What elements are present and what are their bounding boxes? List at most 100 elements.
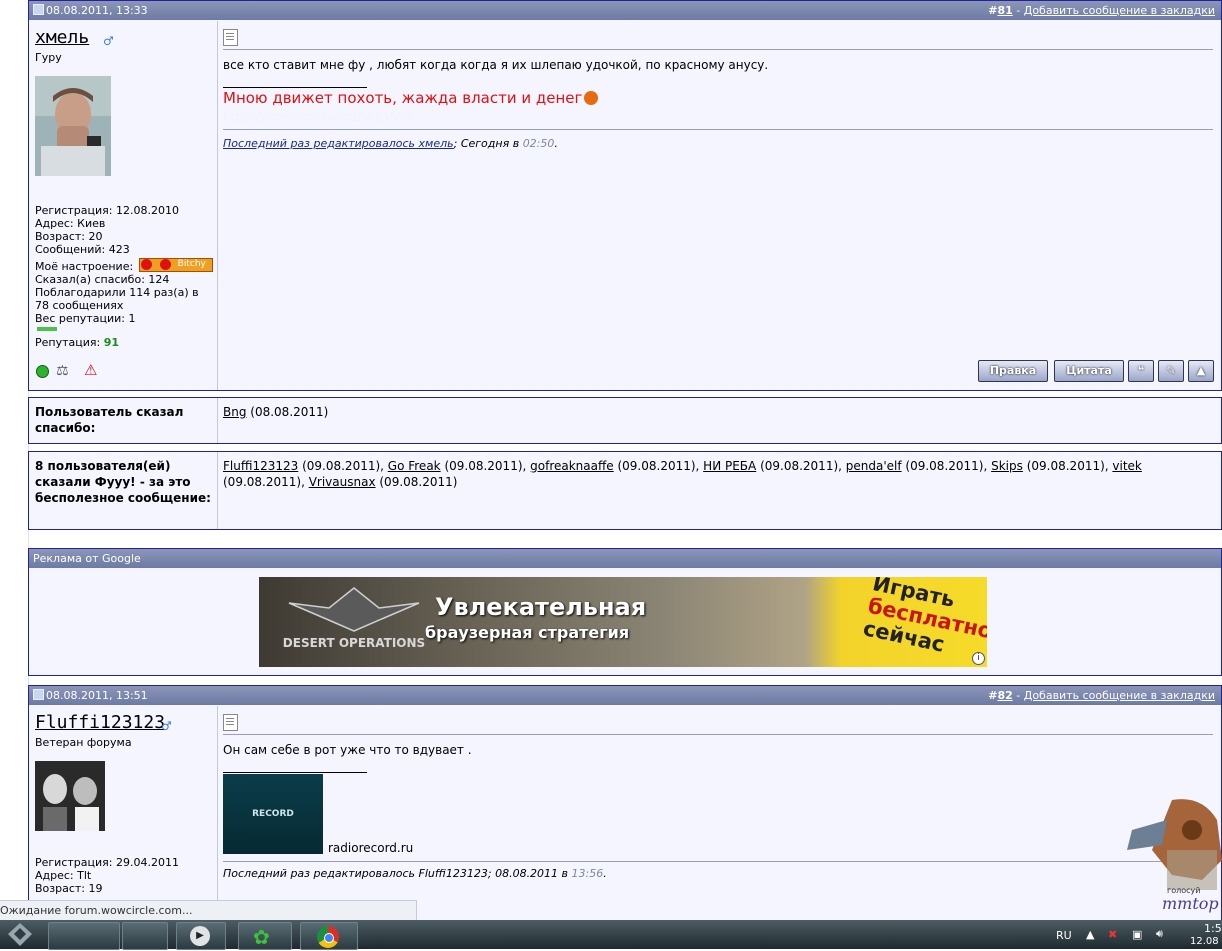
thanks-divider xyxy=(217,398,218,443)
edit-separator xyxy=(223,129,1213,130)
dislike-user-link[interactable]: penda'elf xyxy=(846,459,902,473)
username-link[interactable]: Fluffi123123 xyxy=(35,712,165,733)
stat-age: Возраст: 19 xyxy=(35,882,103,895)
quote-button[interactable]: Цитата xyxy=(1054,360,1124,382)
thanks-user-link[interactable]: Bng xyxy=(223,405,246,419)
edit-note-link[interactable]: Последний раз редактировалось хмель xyxy=(223,137,454,150)
post-number-link[interactable]: 82 xyxy=(997,689,1012,702)
clock-date[interactable]: 12.08 xyxy=(1190,936,1219,947)
avatar[interactable] xyxy=(35,761,105,834)
post-header-right: #82 - Добавить сообщение в закладки xyxy=(988,686,1215,705)
username-link[interactable]: хмель xyxy=(35,27,89,48)
signature-divider xyxy=(223,772,367,773)
message-panel: Он сам себе в рот уже что то вдувает . R… xyxy=(218,706,1221,926)
dislike-date: (09.08.2011), xyxy=(1022,459,1113,473)
dislike-date: (09.08.2011) xyxy=(375,475,458,489)
male-icon: ♂ xyxy=(161,719,172,733)
taskbar-app-chrome[interactable] xyxy=(300,922,358,950)
mood-label: Моё настроение: xyxy=(35,260,134,273)
title-separator xyxy=(223,49,1213,50)
mood-badge: Bitchy xyxy=(138,258,213,272)
edit-button[interactable]: Правка xyxy=(978,360,1048,382)
online-status-icon xyxy=(36,365,49,378)
edit-time: 13:56 xyxy=(571,867,604,880)
dislike-box: 8 пользователя(ей) сказали Фууу! - за эт… xyxy=(28,451,1222,530)
dislike-user-link[interactable]: Skips xyxy=(991,459,1023,473)
edit-button-label: Правка xyxy=(989,364,1037,377)
ad-header: Реклама от Google xyxy=(29,549,1221,568)
avatar[interactable] xyxy=(35,76,111,179)
record-logo-text: RECORD xyxy=(252,809,294,819)
radio-record-banner[interactable]: RECORD xyxy=(223,774,323,854)
stat-registration: Регистрация: 29.04.2011 xyxy=(35,856,179,869)
report-warning-icon[interactable]: ⚠ xyxy=(84,361,100,379)
quote-button-label: Цитата xyxy=(1066,364,1112,377)
reputation-scales-icon[interactable]: ⚖ xyxy=(56,363,74,379)
ad-info-icon[interactable]: i xyxy=(972,652,985,665)
bookmark-link[interactable]: Добавить сообщение в закладки xyxy=(1024,4,1215,17)
scroll-top-button[interactable]: ▲ xyxy=(1188,360,1214,382)
status-text: Ожидание forum.wowcircle.com... xyxy=(0,904,193,917)
thanks-box: Пользователь сказал спасибо: Bng (08.08.… xyxy=(28,397,1222,444)
dislike-date: (09.08.2011), xyxy=(440,459,531,473)
edit-note-rest: ; Сегодня в xyxy=(453,137,523,150)
stat-age: Возраст: 20 xyxy=(35,230,103,243)
stat-rep-weight: Вес репутации: 1 xyxy=(35,312,136,325)
taskbar-app-game[interactable] xyxy=(48,922,120,950)
ad-logo-text: DESERT OPERATIONS xyxy=(282,636,426,650)
user-stats: Регистрация: 29.04.2011 Адрес: Tlt Возра… xyxy=(35,856,215,895)
start-button[interactable] xyxy=(2,921,38,948)
eagle-emblem-icon xyxy=(288,587,420,632)
dislike-user-link[interactable]: vitek xyxy=(1112,459,1141,473)
signature-link[interactable]: http://vkontakte.ru/id13613559 xyxy=(223,110,412,124)
tray-expand-icon[interactable]: ▲ xyxy=(1086,928,1094,941)
user-title: Гуру xyxy=(35,51,62,64)
post-page-icon xyxy=(223,714,238,731)
thanks-content: Bng (08.08.2011) xyxy=(223,404,1211,420)
post-number-link[interactable]: 81 xyxy=(997,4,1012,17)
volume-icon[interactable]: 🔊︎ xyxy=(1156,927,1163,941)
dislike-divider xyxy=(217,452,218,529)
devil-smiley-icon xyxy=(584,91,599,105)
stat-address: Адрес: Tlt xyxy=(35,869,92,882)
ad-logo: DESERT OPERATIONS xyxy=(279,583,429,661)
dislike-user-link[interactable]: Fluffi123123 xyxy=(223,459,298,473)
taskbar-app-icq[interactable]: ✿ xyxy=(238,922,292,950)
dislike-date: (09.08.2011), xyxy=(298,459,388,473)
quick-reply-button[interactable]: ✎ xyxy=(1158,360,1184,382)
reputation-bar xyxy=(37,327,57,331)
ad-cta: Играть бесплатно сейчас xyxy=(861,577,987,663)
mood-face-icon-2 xyxy=(159,259,171,270)
dislike-user-link[interactable]: Vrivausnax xyxy=(309,475,376,489)
taskbar-app-files[interactable] xyxy=(122,922,168,950)
dislike-user-link[interactable]: gofreaknaaffe xyxy=(530,459,614,473)
stat-registration: Регистрация: 12.08.2010 xyxy=(35,204,179,217)
post-date-text: 08.08.2011, 13:51 xyxy=(46,689,148,702)
edit-note: Последний раз редактировалось хмель; Сег… xyxy=(223,137,558,150)
dislike-label: 8 пользователя(ей) сказали Фууу! - за эт… xyxy=(35,459,211,505)
ad-subheadline: браузерная стратегия xyxy=(425,623,630,642)
mmtop-vote-widget[interactable]: голосуй mmtop xyxy=(1112,790,1222,920)
ad-banner[interactable]: DESERT OPERATIONS Увлекательная браузерн… xyxy=(259,577,987,667)
male-icon: ♂ xyxy=(103,34,114,48)
bookmark-link[interactable]: Добавить сообщение в закладки xyxy=(1024,689,1215,702)
post-icon xyxy=(33,4,44,15)
language-indicator[interactable]: RU xyxy=(1056,929,1072,942)
network-disconnected-icon[interactable]: ✖ xyxy=(1108,928,1117,941)
user-stats: Регистрация: 12.08.2010 Адрес: Киев Возр… xyxy=(35,204,215,349)
taskbar-app-player[interactable]: ▶ xyxy=(176,922,226,950)
dislike-date: (09.08.2011), xyxy=(223,475,309,489)
dislike-list: Fluffi123123 (09.08.2011), Go Freak (09.… xyxy=(223,458,1211,490)
post-text: все кто ставит мне фу , любят когда когд… xyxy=(223,58,769,72)
dislike-user-link[interactable]: НИ РЕБА xyxy=(703,459,756,473)
post-81: 08.08.2011, 13:33 #81 - Добавить сообщен… xyxy=(28,0,1222,391)
clock-time[interactable]: 1:5 xyxy=(1204,922,1222,935)
title-separator xyxy=(223,734,1213,735)
dislike-date: (09.08.2011), xyxy=(613,459,704,473)
monitor-icon[interactable]: ▣ xyxy=(1132,928,1142,941)
dislike-user-link[interactable]: Go Freak xyxy=(388,459,441,473)
post-header: 08.08.2011, 13:51 #82 - Добавить сообщен… xyxy=(29,686,1221,705)
icq-flower-icon: ✿ xyxy=(253,925,270,949)
multi-quote-button[interactable]: ❝ xyxy=(1128,360,1154,382)
system-tray: RU ▲ ✖ ▣ 🔊︎ 1:5 12.08 xyxy=(1044,920,1222,949)
